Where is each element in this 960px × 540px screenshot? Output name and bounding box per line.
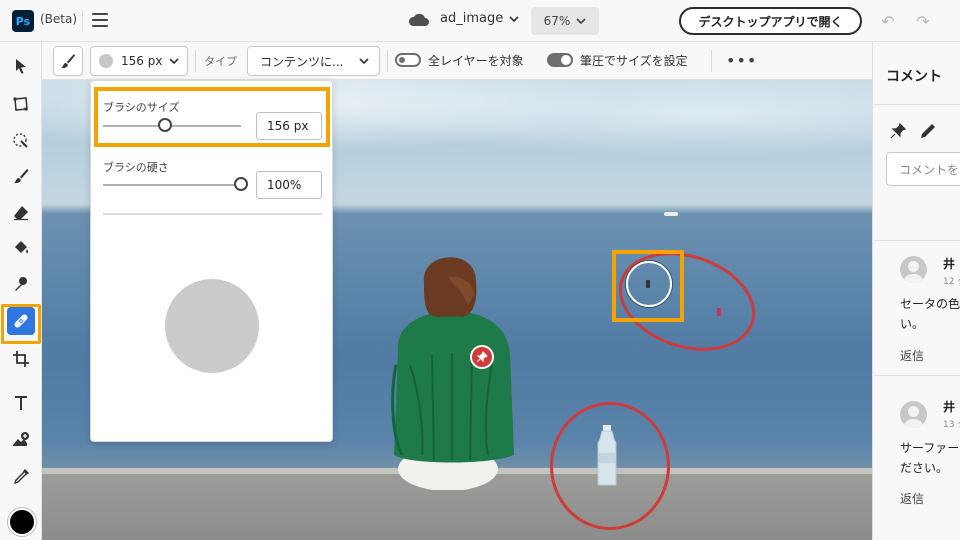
- eyedropper-icon[interactable]: [7, 463, 35, 491]
- brush-hardness-label: ブラシの硬さ: [103, 161, 169, 174]
- comment-time: 12 ク: [943, 277, 960, 287]
- filename-dropdown[interactable]: ad_image: [440, 11, 519, 26]
- brush-size-label: ブラシのサイズ: [103, 101, 180, 114]
- pencil-icon[interactable]: [919, 122, 937, 140]
- spot-healing-icon[interactable]: [7, 307, 35, 335]
- undo-icon[interactable]: ↶: [879, 12, 897, 31]
- avatar: [900, 401, 927, 428]
- brush-hardness-input[interactable]: 100%: [256, 171, 322, 199]
- red-annotation-circle: [606, 235, 768, 368]
- clone-stamp-icon[interactable]: [7, 270, 35, 298]
- comments-panel: コメント コメントを 井 12 ク セータの色 い。 返信 井 13 ク サーフ…: [872, 42, 960, 540]
- divider: [103, 213, 322, 215]
- pressure-toggle[interactable]: [547, 53, 573, 67]
- transform-icon[interactable]: [7, 90, 35, 118]
- brush-hardness-slider[interactable]: [103, 184, 241, 186]
- redo-icon[interactable]: ↷: [914, 12, 932, 31]
- comment-text: サーファー ださい。: [900, 441, 960, 475]
- chevron-down-icon: [169, 58, 179, 65]
- eraser-icon[interactable]: [7, 198, 35, 226]
- chevron-down-icon: [509, 15, 519, 22]
- divider: [195, 50, 196, 72]
- brush-size-slider[interactable]: [103, 125, 241, 127]
- more-options-icon[interactable]: •••: [726, 51, 757, 70]
- woman-figure: [391, 257, 514, 490]
- brush-size-slider-knob[interactable]: [158, 118, 173, 132]
- cloud-icon: [408, 13, 429, 26]
- distant-boat: [664, 212, 678, 216]
- brush-size-value: 156 px: [121, 54, 163, 68]
- left-toolbar: [0, 42, 42, 540]
- filename-label: ad_image: [440, 11, 504, 26]
- brush-preview: [165, 279, 259, 373]
- beta-label: (Beta): [40, 12, 78, 26]
- reply-link[interactable]: 返信: [900, 490, 924, 507]
- zoom-value: 67%: [543, 14, 571, 28]
- divider: [873, 375, 960, 376]
- brush-hardness-slider-knob[interactable]: [234, 177, 248, 191]
- pressure-label: 筆圧でサイズを設定: [580, 54, 688, 68]
- divider: [387, 50, 388, 72]
- divider: [82, 10, 83, 32]
- quick-select-icon[interactable]: [7, 126, 35, 154]
- type-dropdown[interactable]: コンテンツに...: [247, 46, 380, 76]
- brush-settings-popover: ブラシのサイズ 156 px ブラシの硬さ 100%: [90, 80, 333, 442]
- comments-title: コメント: [886, 69, 942, 85]
- pin-icon[interactable]: [889, 122, 907, 140]
- chevron-down-icon: [359, 58, 369, 65]
- comment-time: 13 ク: [943, 420, 960, 430]
- open-desktop-button[interactable]: デスクトップアプリで開く: [679, 7, 862, 35]
- comment-author: 井: [943, 257, 956, 271]
- divider: [873, 104, 960, 105]
- foreground-color-swatch[interactable]: [8, 508, 36, 536]
- add-image-icon[interactable]: [7, 426, 35, 454]
- reply-link[interactable]: 返信: [900, 347, 924, 364]
- move-icon[interactable]: [7, 52, 35, 80]
- comment-input[interactable]: コメントを: [886, 152, 960, 186]
- all-layers-toggle[interactable]: [395, 53, 421, 67]
- water-bottle: [597, 425, 617, 486]
- ps-logo: Ps: [12, 10, 34, 32]
- comment-author: 井: [943, 400, 956, 414]
- divider: [873, 240, 960, 241]
- text-icon[interactable]: [7, 389, 35, 417]
- avatar: [900, 256, 927, 283]
- brush-icon: [61, 54, 75, 69]
- brush-size-input[interactable]: 156 px: [256, 112, 322, 140]
- photoshop-web-app: Ps (Beta) ad_image 67% デスクトップアプリで開く ↶ ↷: [0, 0, 960, 540]
- crop-icon[interactable]: [7, 345, 35, 373]
- options-bar: 156 px タイプ コンテンツに... 全レイヤーを対象 筆圧でサイズを設定 …: [42, 42, 872, 80]
- type-label: タイプ: [204, 55, 237, 68]
- brush-icon[interactable]: [7, 162, 35, 190]
- paint-bucket-icon[interactable]: [7, 234, 35, 262]
- brush-dot-icon: [99, 54, 113, 68]
- surfer-figure: [646, 280, 650, 288]
- menu-icon[interactable]: [92, 13, 108, 27]
- zoom-dropdown[interactable]: 67%: [531, 7, 599, 35]
- type-value: コンテンツに...: [260, 54, 344, 69]
- comment-pin-icon[interactable]: [470, 345, 494, 369]
- brush-size-dropdown[interactable]: 156 px: [90, 46, 188, 76]
- brush-settings-button[interactable]: [53, 46, 83, 76]
- surfer-figure: [717, 308, 721, 316]
- all-layers-label: 全レイヤーを対象: [428, 54, 524, 68]
- comment-text: セータの色 い。: [900, 297, 960, 331]
- divider: [711, 50, 712, 72]
- top-bar: Ps (Beta) ad_image 67% デスクトップアプリで開く ↶ ↷: [0, 0, 960, 42]
- chevron-down-icon: [576, 18, 586, 24]
